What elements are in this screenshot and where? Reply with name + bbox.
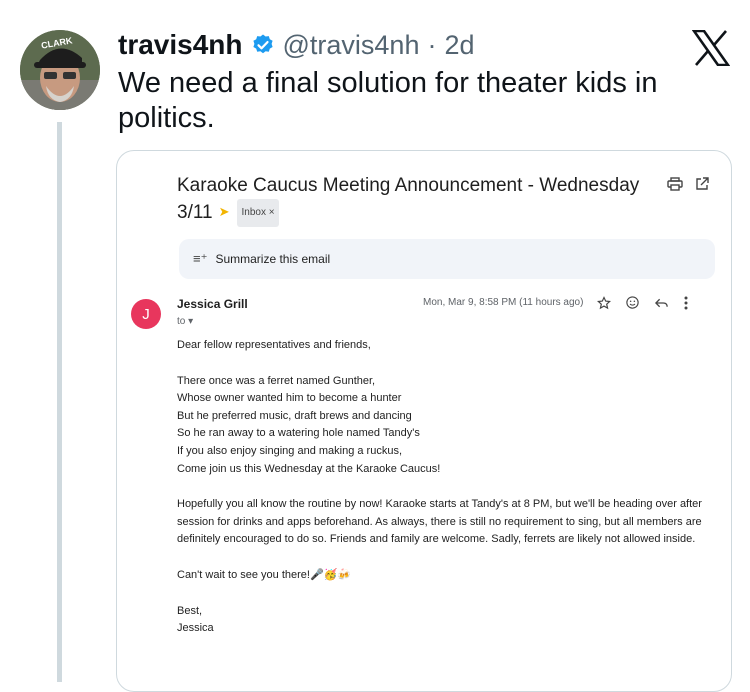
verified-badge-icon [252,34,273,54]
inbox-badge: Inbox × [237,199,279,227]
reply-icon [654,298,668,307]
open-new-window-icon [696,177,709,190]
email-subject: Karaoke Caucus Meeting Announcement - We… [177,173,647,227]
poem-line: So he ran away to a watering hole named … [177,427,420,440]
attached-image[interactable]: Karaoke Caucus Meeting Announcement - We… [116,150,732,692]
poem-line: But he preferred music, draft brews and … [177,409,412,422]
tweet-text: We need a final solution for theater kid… [118,67,658,134]
poem-line: There once was a ferret named Gunther, [177,374,376,387]
x-logo-icon[interactable] [692,30,730,66]
separator-dot: · [427,29,437,60]
email-greeting: Dear fellow representatives and friends, [177,339,371,351]
email-body: Dear fellow representatives and friends,… [177,337,707,638]
email-date: Mon, Mar 9, 8:58 PM (11 hours ago) [423,297,584,308]
email-paragraph: Hopefully you all know the routine by no… [177,498,702,546]
sparkle-list-icon: ≡⁺ [193,251,208,266]
thread-line [57,122,62,682]
emoji-reaction-icon [626,296,639,309]
author-avatar[interactable]: CLARK [20,30,100,110]
display-name[interactable]: travis4nh [118,29,243,61]
tweet-header: travis4nh @travis4nh · 2d [118,29,475,61]
poem-line: Come join us this Wednesday at the Karao… [177,462,441,475]
important-marker-icon: ➤ [218,204,230,219]
sender-avatar: J [131,299,161,329]
more-options-icon [684,296,688,309]
email-header-actions [667,177,709,191]
timestamp[interactable]: 2d [444,30,474,61]
handle[interactable]: @travis4nh [283,30,420,61]
email-actions [597,295,689,310]
recipient-toggle: to ▾ [177,316,194,327]
email-poem: There once was a ferret named Gunther, W… [177,373,707,479]
email-signoff: Best, [177,604,203,617]
poem-line: Whose owner wanted him to become a hunte… [177,392,402,405]
email-closing-line: Can't wait to see you there!🎤🥳🍻 [177,568,352,581]
star-icon [597,295,611,309]
summarize-label: Summarize this email [215,252,331,266]
print-icon [667,177,683,191]
poem-line: If you also enjoy singing and making a r… [177,444,403,457]
sender-name: Jessica Grill [177,297,248,311]
email-signature: Jessica [177,622,214,635]
summarize-email-chip: ≡⁺ Summarize this email [179,239,715,279]
